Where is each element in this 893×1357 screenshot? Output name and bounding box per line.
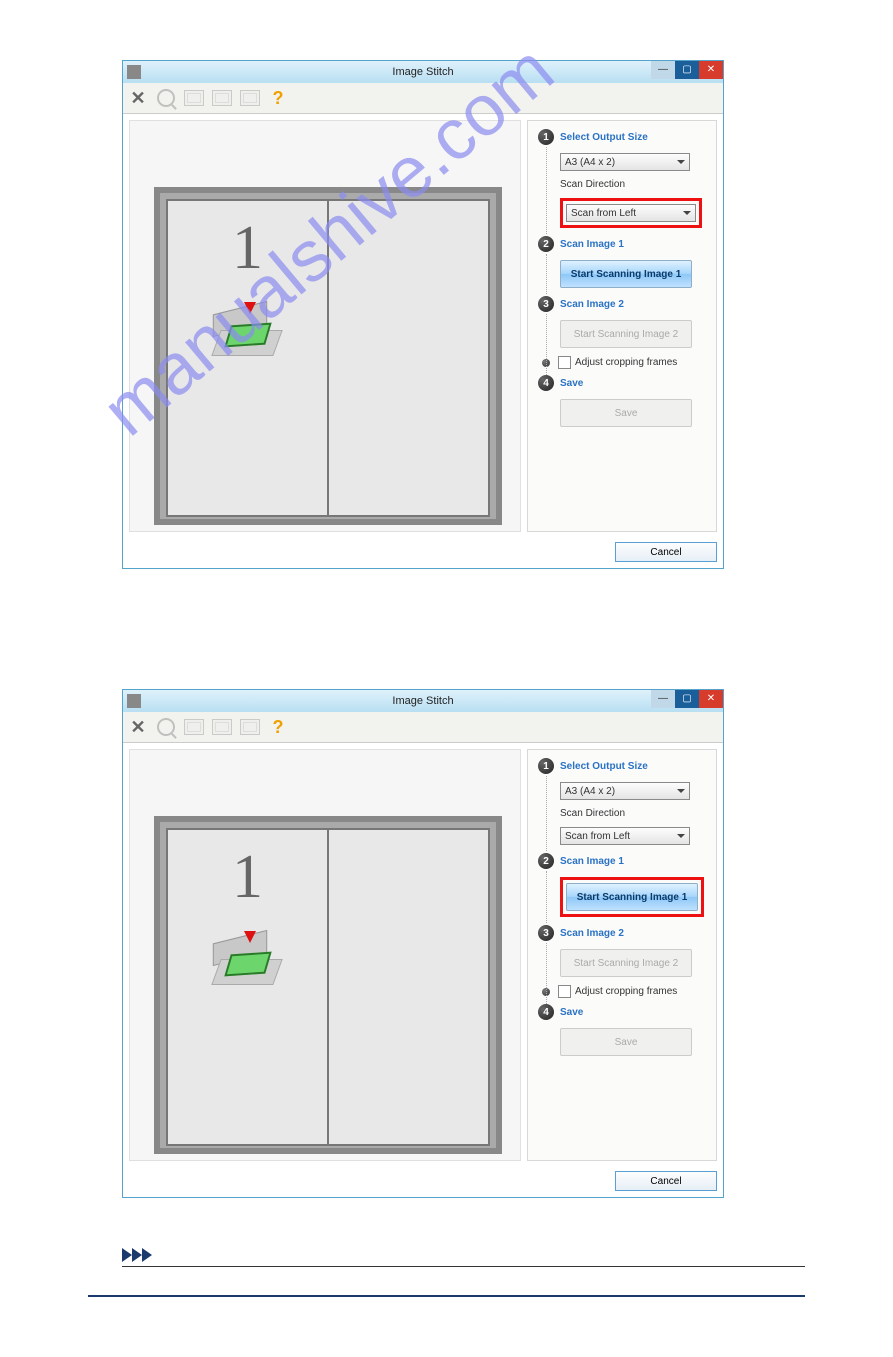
minimize-button[interactable]: — [651,61,675,79]
chevron-down-icon [677,789,685,793]
output-size-select[interactable]: A3 (A4 x 2) [560,782,690,800]
step-badge-3: 3 [538,925,554,941]
step-badge-4: 4 [538,375,554,391]
adjust-crop-label: Adjust cropping frames [575,986,677,997]
step-3-label: Scan Image 2 [560,299,624,310]
thumb-icon[interactable] [181,85,207,111]
preview-area: 1 [129,120,521,532]
save-button[interactable]: Save [560,1028,692,1056]
note-chevrons-icon [122,1248,893,1262]
scan-direction-value: Scan from Left [565,831,630,842]
toolbar: ✕ ? [123,712,723,743]
help-icon[interactable]: ? [265,714,291,740]
maximize-button[interactable]: ▢ [675,690,699,708]
thumb-icon[interactable] [237,85,263,111]
minimize-button[interactable]: — [651,690,675,708]
titlebar: Image Stitch — ▢ ✕ [123,61,723,83]
start-scan-1-button[interactable]: Start Scanning Image 1 [560,260,692,288]
step-2-label: Scan Image 1 [560,239,624,250]
help-icon[interactable]: ? [265,85,291,111]
window-title: Image Stitch [123,695,723,707]
step-dot [542,988,550,996]
settings-panel: 1 Select Output Size A3 (A4 x 2) Scan Dir… [527,749,717,1161]
save-button[interactable]: Save [560,399,692,427]
adjust-crop-label: Adjust cropping frames [575,357,677,368]
page-number: 1 [232,842,263,913]
step-4-label: Save [560,1007,583,1018]
scanner-illustration [208,304,288,364]
scan-direction-select[interactable]: Scan from Left [566,204,696,222]
divider [88,1295,805,1297]
step-badge-2: 2 [538,853,554,869]
scan-direction-select[interactable]: Scan from Left [560,827,690,845]
adjust-crop-checkbox[interactable] [558,985,571,998]
maximize-button[interactable]: ▢ [675,61,699,79]
window-title: Image Stitch [123,66,723,78]
close-button[interactable]: ✕ [699,61,723,79]
start-scan-1-button[interactable]: Start Scanning Image 1 [566,883,698,911]
step-2-label: Scan Image 1 [560,856,624,867]
chevron-down-icon [683,211,691,215]
divider [122,1266,805,1267]
adjust-crop-checkbox[interactable] [558,356,571,369]
scan-direction-label: Scan Direction [560,179,708,190]
toolbar: ✕ ? [123,83,723,114]
zoom-icon[interactable] [153,85,179,111]
settings-panel: 1 Select Output Size A3 (A4 x 2) Scan Dir… [527,120,717,532]
preview-area: 1 [129,749,521,1161]
step-dot [542,359,550,367]
chevron-down-icon [677,834,685,838]
close-icon[interactable]: ✕ [125,85,151,111]
start-scan-2-button[interactable]: Start Scanning Image 2 [560,949,692,977]
scan-direction-value: Scan from Left [571,208,636,219]
thumb-icon[interactable] [237,714,263,740]
thumb-icon[interactable] [209,85,235,111]
cancel-button[interactable]: Cancel [615,542,717,562]
zoom-icon[interactable] [153,714,179,740]
step-badge-1: 1 [538,129,554,145]
page-number: 1 [232,213,263,284]
step-3-label: Scan Image 2 [560,928,624,939]
step-badge-2: 2 [538,236,554,252]
scanner-illustration [208,933,288,993]
step-badge-4: 4 [538,1004,554,1020]
titlebar: Image Stitch — ▢ ✕ [123,690,723,712]
step-1-label: Select Output Size [560,761,648,772]
close-button[interactable]: ✕ [699,690,723,708]
output-size-select[interactable]: A3 (A4 x 2) [560,153,690,171]
thumb-icon[interactable] [209,714,235,740]
step-4-label: Save [560,378,583,389]
screenshot-2: Image Stitch — ▢ ✕ ✕ ? 1 [122,689,724,1198]
scan-direction-label: Scan Direction [560,808,708,819]
step-1-label: Select Output Size [560,132,648,143]
close-icon[interactable]: ✕ [125,714,151,740]
step-badge-3: 3 [538,296,554,312]
highlight-box: Scan from Left [560,198,702,228]
start-scan-2-button[interactable]: Start Scanning Image 2 [560,320,692,348]
step-badge-1: 1 [538,758,554,774]
output-size-value: A3 (A4 x 2) [565,157,615,168]
screenshot-1: Image Stitch — ▢ ✕ ✕ ? 1 [122,60,724,569]
highlight-box: Start Scanning Image 1 [560,877,704,917]
cancel-button[interactable]: Cancel [615,1171,717,1191]
output-size-value: A3 (A4 x 2) [565,786,615,797]
chevron-down-icon [677,160,685,164]
thumb-icon[interactable] [181,714,207,740]
